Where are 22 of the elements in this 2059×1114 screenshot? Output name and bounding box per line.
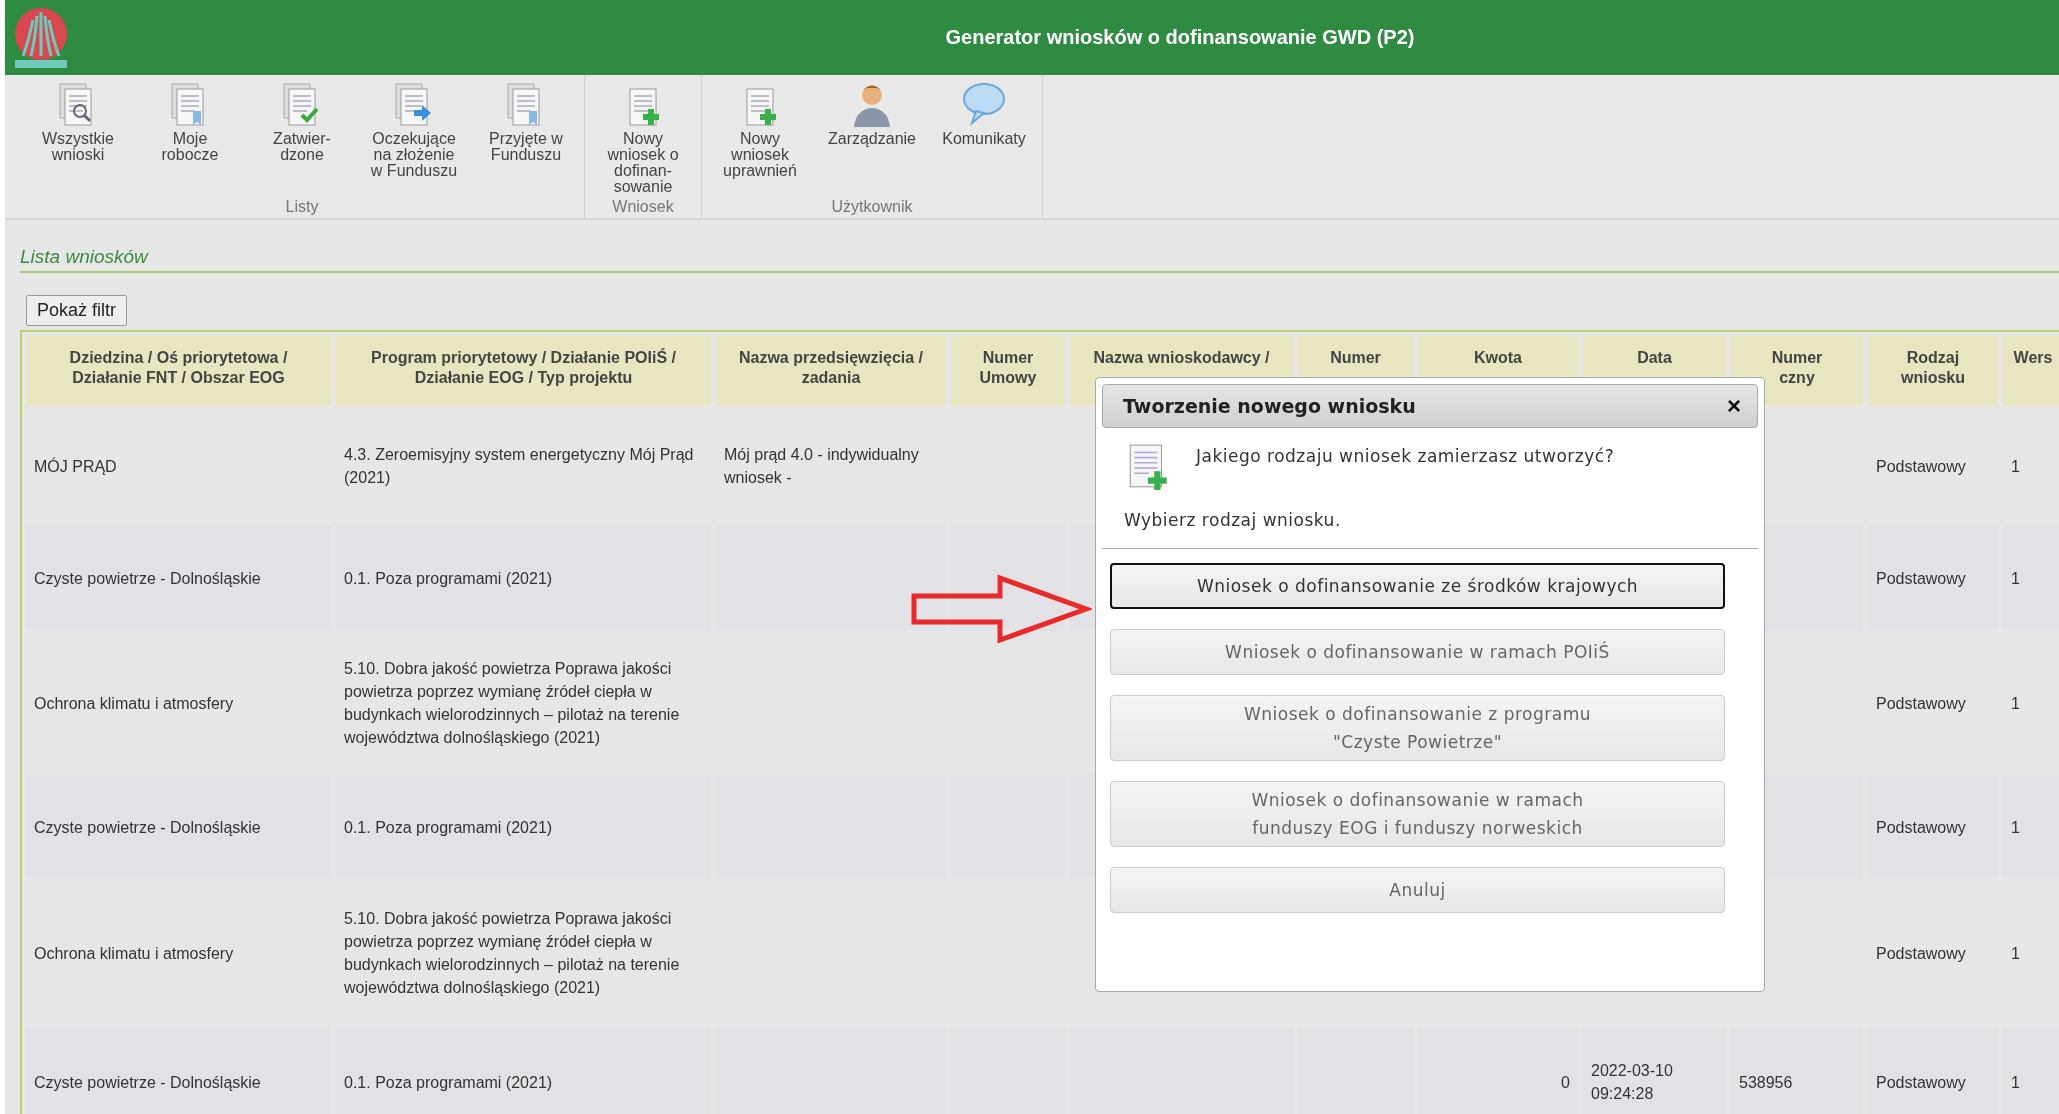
group-label: Listy — [285, 198, 319, 217]
table-cell: 0 — [1418, 1027, 1578, 1114]
table-cell: Podstawowy — [1868, 775, 1998, 879]
table-cell: Czyste powietrze - Dolnośląskie — [26, 526, 331, 631]
app-title: Generator wniosków o dofinansowanie GWD (P2) — [944, 26, 1416, 49]
table-cell: Podstawowy — [1868, 526, 1998, 631]
section-title: Lista wniosków — [20, 246, 2059, 273]
table-cell: 538956 — [1731, 1027, 1863, 1114]
table-cell: Czyste powietrze - Dolnośląskie — [26, 775, 331, 879]
table-cell: 2022-03-10 09:24:28 — [1583, 1027, 1726, 1114]
table-cell: 0.1. Poza programami (2021) — [336, 526, 711, 631]
table-cell: Czyste powietrze - Dolnośląskie — [26, 1027, 331, 1114]
dialog-question: Jakiego rodzaju wniosek zamierzasz utworzyć? — [1196, 446, 1615, 466]
dialog-hint: Wybierz rodzaj wniosku. — [1123, 509, 1342, 530]
table-cell: Podstawowy — [1868, 1027, 1998, 1114]
table-cell: 0.1. Poza programami (2021) — [336, 775, 711, 879]
table-cell: 1 — [2003, 526, 2059, 631]
table-cell: 1 — [2003, 1027, 2059, 1114]
table-cell: 1 — [2003, 775, 2059, 879]
table-cell: 0.1. Poza programami (2021) — [336, 1027, 711, 1114]
group-label: Wniosek — [612, 198, 674, 217]
group-label: Użytkownik — [831, 198, 913, 217]
